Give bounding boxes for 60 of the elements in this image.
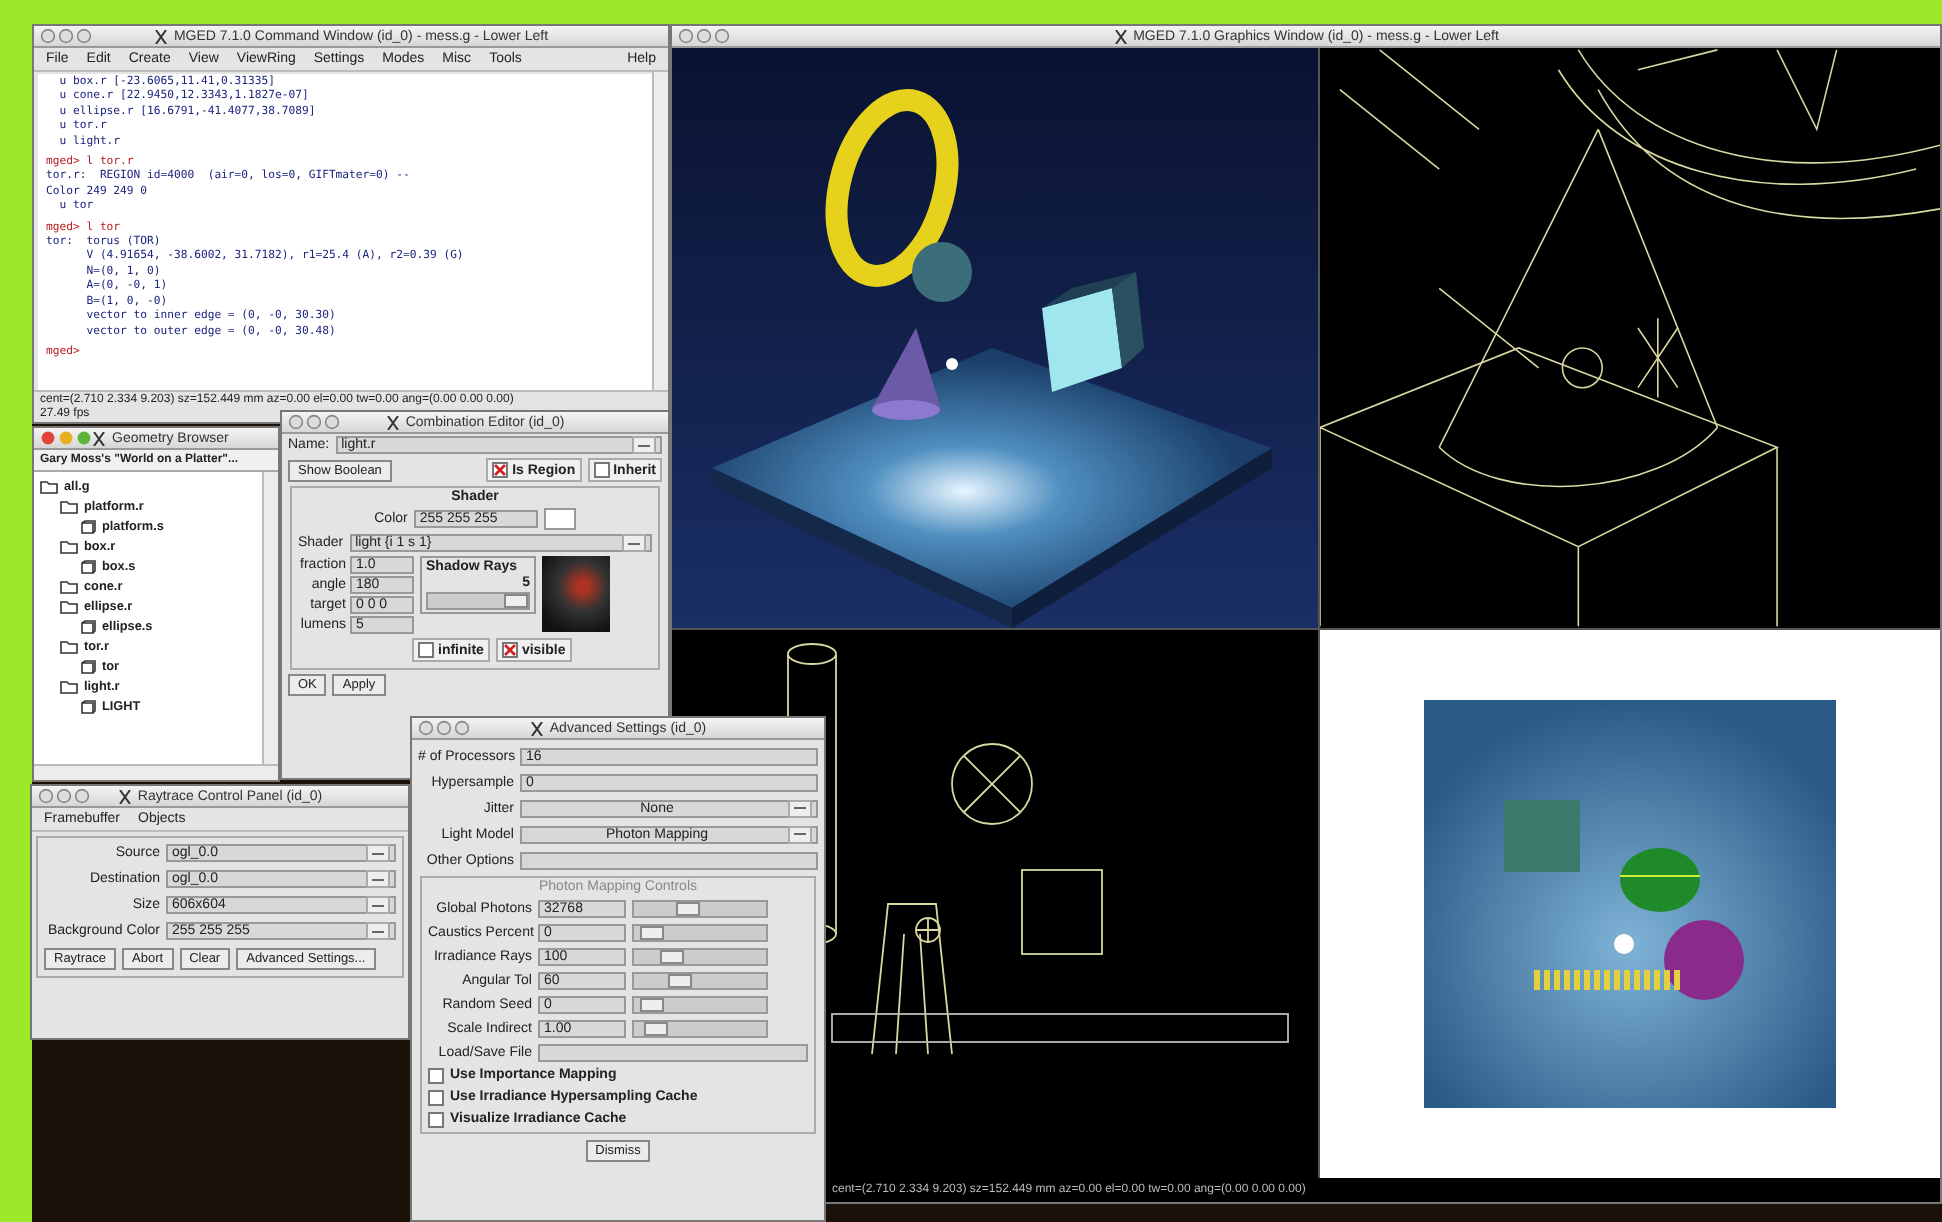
preview-image	[542, 556, 610, 632]
color-swatch[interactable]	[543, 508, 576, 530]
minus-icon	[794, 804, 806, 812]
checkbox[interactable]	[593, 462, 610, 478]
checkbox[interactable]	[428, 1089, 444, 1105]
x-icon	[153, 29, 168, 43]
slider-track[interactable]	[632, 1019, 768, 1037]
slider-thumb[interactable]	[676, 901, 701, 915]
minus-icon	[372, 875, 384, 883]
window-controls-icon[interactable]	[288, 414, 340, 430]
dropdown-button[interactable]	[632, 436, 656, 454]
slider-thumb[interactable]	[503, 594, 528, 608]
folder-icon	[60, 539, 78, 553]
slider-track[interactable]	[632, 995, 768, 1013]
dropdown-button[interactable]	[366, 844, 390, 862]
slider-thumb[interactable]	[639, 925, 664, 939]
minus-icon	[628, 539, 640, 547]
minus-icon	[372, 927, 384, 935]
slider-track[interactable]	[632, 971, 768, 989]
text-field[interactable]	[520, 851, 818, 869]
x-icon	[385, 415, 400, 429]
checkbox[interactable]	[418, 642, 434, 658]
dropdown-button[interactable]	[622, 534, 646, 552]
folder-icon	[60, 679, 78, 693]
dropdown-button[interactable]	[788, 799, 812, 817]
window-controls-icon[interactable]	[40, 430, 92, 446]
dropdown-button[interactable]	[366, 896, 390, 914]
window-controls-icon[interactable]	[678, 28, 730, 44]
window-controls-icon[interactable]	[38, 788, 90, 804]
slider-track[interactable]	[632, 923, 768, 941]
slider-thumb[interactable]	[639, 997, 664, 1011]
dropdown-button[interactable]	[366, 922, 390, 940]
slider-track[interactable]	[426, 592, 530, 610]
minus-icon	[372, 849, 384, 857]
x-icon	[1113, 29, 1128, 43]
slider-track[interactable]	[632, 899, 768, 917]
minus-icon	[638, 441, 650, 449]
slider-thumb[interactable]	[644, 1021, 669, 1035]
text-field[interactable]	[538, 1043, 808, 1061]
minus-icon	[794, 830, 806, 838]
dropdown-button[interactable]	[788, 825, 812, 843]
scrollbar[interactable]	[262, 472, 278, 764]
scrollbar[interactable]	[652, 72, 668, 390]
x-icon	[117, 789, 132, 803]
slider-thumb[interactable]	[667, 973, 692, 987]
checkbox[interactable]	[501, 642, 518, 658]
window-controls-icon[interactable]	[40, 28, 92, 44]
x-icon	[529, 721, 544, 735]
x-icon	[92, 431, 106, 445]
dropdown-button[interactable]	[366, 870, 390, 888]
checkbox[interactable]	[492, 462, 509, 478]
minus-icon	[372, 901, 384, 909]
folder-icon	[60, 639, 78, 653]
slider-track[interactable]	[632, 947, 768, 965]
window-controls-icon[interactable]	[418, 720, 470, 736]
slider-thumb[interactable]	[660, 949, 685, 963]
checkbox[interactable]	[428, 1067, 444, 1083]
checkbox[interactable]	[428, 1111, 444, 1127]
scrollbar[interactable]	[34, 764, 278, 780]
console-text-area[interactable]	[38, 74, 652, 390]
